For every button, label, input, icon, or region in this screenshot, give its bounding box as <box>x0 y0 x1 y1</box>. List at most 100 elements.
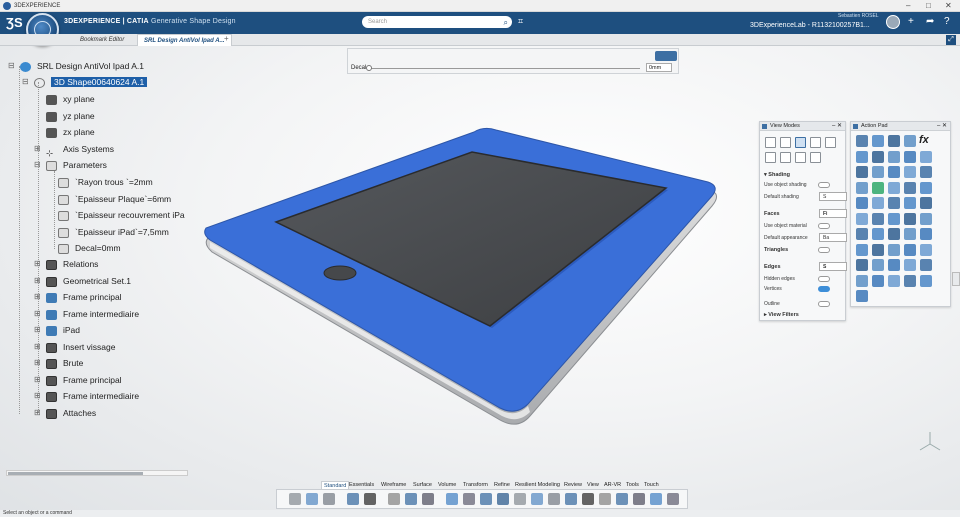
sweep-icon[interactable] <box>888 181 900 194</box>
revolve-icon[interactable] <box>872 181 884 194</box>
tree-item[interactable]: ⊞ Geometrical Set.1 <box>34 273 131 289</box>
illustration-mode-icon[interactable] <box>810 152 821 163</box>
plane-icon[interactable] <box>920 166 932 178</box>
clash-icon[interactable] <box>616 493 628 505</box>
hidden-edges-icon[interactable] <box>825 137 836 148</box>
scrollbar-thumb[interactable] <box>8 472 143 475</box>
vertices-toggle[interactable] <box>818 286 830 292</box>
line-icon[interactable] <box>872 135 884 147</box>
revolve-icon[interactable] <box>856 259 868 271</box>
tenant-selector[interactable]: 3DExperienceLab - R1132100257B1... <box>750 22 870 29</box>
tree-item[interactable]: ⊞ Frame principal <box>34 372 122 388</box>
trim-icon[interactable] <box>920 150 932 163</box>
tab-bookmark-editor[interactable]: Bookmark Editor <box>74 34 130 46</box>
trim-icon[interactable] <box>872 197 884 209</box>
shading-edges-icon[interactable] <box>780 137 791 148</box>
blend-icon[interactable] <box>872 166 884 178</box>
comment-icon[interactable] <box>633 493 645 505</box>
tree-item[interactable]: ⊞ iPad <box>34 322 80 338</box>
search-input[interactable]: Search ⌕ <box>362 16 512 28</box>
tab-view[interactable]: View <box>585 481 601 489</box>
plane-icon[interactable] <box>872 212 884 225</box>
tab-touch[interactable]: Touch <box>642 481 661 489</box>
options-icon[interactable] <box>667 493 679 505</box>
join-icon[interactable] <box>904 259 916 271</box>
line-icon[interactable] <box>920 274 932 287</box>
decal-slider-knob[interactable] <box>366 65 372 71</box>
outline-mode-icon[interactable] <box>780 152 791 163</box>
tree-zx-plane[interactable]: zx plane <box>46 124 95 140</box>
maximize-icon[interactable]: □ <box>926 0 931 12</box>
line-icon[interactable] <box>904 166 916 178</box>
tree-3d-shape[interactable]: ⊟ 3D Shape00640624 A.1 <box>22 74 148 90</box>
tree-item[interactable]: ⊞ Attaches <box>34 405 96 421</box>
hidden-edges-toggle[interactable] <box>818 276 830 282</box>
extrude-icon[interactable] <box>920 243 932 256</box>
param-item[interactable]: `Epaisseur recouvrement iPa <box>58 207 185 223</box>
point-icon[interactable] <box>888 166 900 178</box>
tab-wireframe[interactable]: Wireframe <box>379 481 408 489</box>
ds-logo-icon[interactable]: ƷS <box>6 15 23 30</box>
tree-scrollbar[interactable] <box>6 470 188 476</box>
section-icon[interactable] <box>405 493 417 505</box>
tree-item[interactable]: ⊞ Insert vissage <box>34 339 115 355</box>
view-modes-header[interactable]: View Modes – ✕ <box>760 122 845 131</box>
line-icon[interactable] <box>856 212 868 225</box>
snapshot-icon[interactable] <box>599 493 611 505</box>
visibility-icon[interactable] <box>650 493 662 505</box>
material-mode-icon[interactable] <box>765 152 776 163</box>
tree-item[interactable]: ⊞ Frame principal <box>34 289 122 305</box>
trim-icon[interactable] <box>856 274 868 287</box>
faces-select[interactable]: Fi <box>819 209 847 218</box>
custom-mode-icon[interactable] <box>795 152 806 163</box>
blend-icon[interactable] <box>888 274 900 287</box>
decal-value-field[interactable]: 0mm <box>646 63 672 72</box>
point-icon[interactable] <box>920 197 932 209</box>
fill-icon[interactable] <box>856 228 868 240</box>
tab-surface[interactable]: Surface <box>411 481 434 489</box>
offset-icon[interactable] <box>872 274 884 287</box>
close-icon[interactable]: – ✕ <box>937 122 947 131</box>
axis-triad-icon[interactable] <box>918 430 942 454</box>
shading-section[interactable]: ▾ Shading <box>764 172 790 178</box>
decal-slider-track[interactable] <box>368 68 640 69</box>
minimize-icon[interactable]: – <box>906 0 910 12</box>
split-icon[interactable] <box>888 228 900 240</box>
plane-icon[interactable] <box>497 493 509 505</box>
param-item[interactable]: `Epaisseur iPad`=7,5mm <box>58 224 169 240</box>
zoom-icon[interactable] <box>364 493 376 505</box>
shading-mode-icon[interactable] <box>765 137 776 148</box>
outline-toggle[interactable] <box>818 301 830 307</box>
avatar[interactable] <box>886 15 900 29</box>
fullscreen-icon[interactable]: ⤢ <box>946 35 956 45</box>
tree-item[interactable]: ⊞ Brute <box>34 355 83 371</box>
undo-icon[interactable] <box>347 493 359 505</box>
axis-icon[interactable] <box>514 493 526 505</box>
use-object-shading-toggle[interactable] <box>818 182 830 188</box>
filter-icon[interactable] <box>446 493 458 505</box>
tree-item[interactable]: ⊞ Frame intermediaire <box>34 388 139 404</box>
tag-icon[interactable]: ⌗ <box>518 16 523 27</box>
rotate-icon[interactable] <box>388 493 400 505</box>
plane-icon[interactable] <box>888 135 900 147</box>
blend-icon[interactable] <box>904 197 916 209</box>
default-appearance-select[interactable]: Ba <box>819 233 847 242</box>
tab-standard[interactable]: Standard <box>321 481 350 489</box>
shading-visible-edges-icon[interactable] <box>795 137 806 148</box>
fill-icon[interactable] <box>548 493 560 505</box>
cut-icon[interactable] <box>289 493 301 505</box>
paste-icon[interactable] <box>323 493 335 505</box>
blend-icon[interactable] <box>856 243 868 256</box>
panel-options-icon[interactable] <box>655 51 677 61</box>
point-icon[interactable] <box>480 493 492 505</box>
tab-essentials[interactable]: Essentials <box>347 481 376 489</box>
use-object-material-toggle[interactable] <box>818 223 830 229</box>
action-pad-header[interactable]: Action Pad – ✕ <box>851 122 950 131</box>
extrude-icon[interactable] <box>888 212 900 225</box>
point-icon[interactable] <box>872 243 884 256</box>
fill-icon[interactable] <box>888 259 900 271</box>
new-tab-icon[interactable]: + <box>224 34 229 43</box>
tree-item[interactable]: ⊞ Relations <box>34 256 98 272</box>
split-icon[interactable] <box>856 197 868 209</box>
tab-resilient-modeling[interactable]: Resilient Modeling <box>513 481 562 489</box>
